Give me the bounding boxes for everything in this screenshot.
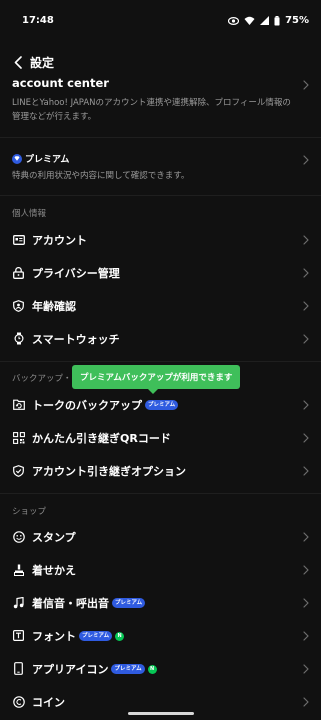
chevron-right-icon <box>303 565 309 575</box>
chevron-right-icon <box>303 334 309 344</box>
section-label-shop: ショップ <box>12 507 47 517</box>
chevron-right-icon <box>303 268 309 278</box>
settings-item-themes[interactable]: 着せかえ <box>0 554 321 586</box>
chevron-right-icon <box>303 400 309 410</box>
chevron-right-icon <box>303 80 309 90</box>
settings-item-label: かんたん引き継ぎQRコード <box>32 432 171 445</box>
settings-item-label: コイン <box>32 696 65 709</box>
settings-item-privacy[interactable]: プライバシー管理 <box>0 257 321 289</box>
shield-person-icon <box>12 299 25 312</box>
theme-brush-icon <box>12 563 25 576</box>
status-time: 17:48 <box>22 15 54 26</box>
chevron-right-icon <box>303 466 309 476</box>
settings-item-qr-transfer[interactable]: かんたん引き継ぎQRコード <box>0 422 321 454</box>
settings-item-app-icon[interactable]: アプリアイコン プレミアム N <box>0 653 321 685</box>
chevron-right-icon <box>303 631 309 641</box>
premium-title-text: プレミアム <box>25 155 70 165</box>
phone-icon <box>12 662 25 675</box>
settings-item-label-text: トークのバックアップ <box>32 399 142 412</box>
music-note-icon <box>12 596 25 609</box>
divider <box>0 493 321 494</box>
new-badge: N <box>147 664 157 674</box>
back-button[interactable] <box>8 50 28 74</box>
divider <box>0 361 321 362</box>
chevron-right-icon <box>303 532 309 542</box>
settings-item-label-text: 着信音・呼出音 <box>32 597 109 610</box>
sticker-smile-icon <box>12 530 25 543</box>
settings-item-label: プライバシー管理 <box>32 267 120 280</box>
lock-icon <box>12 266 25 279</box>
settings-item-age-verification[interactable]: 年齢確認 <box>0 290 321 322</box>
chevron-right-icon <box>303 433 309 443</box>
chevron-right-icon <box>303 598 309 608</box>
premium-badge: プレミアム <box>111 664 145 674</box>
premium-backup-tooltip[interactable]: プレミアムバックアップが利用できます <box>72 365 241 394</box>
shield-check-icon <box>12 464 25 477</box>
settings-item-label: スタンプ <box>32 531 76 544</box>
status-bar: 17:48 75% <box>0 0 321 44</box>
battery-percent: 75% <box>285 15 309 26</box>
home-indicator[interactable] <box>128 712 194 715</box>
account-center-desc: LINEとYahoo! JAPANのアカウント連携や連携解除、プロフィール情報の… <box>12 98 291 122</box>
account-center-title: account center <box>12 76 109 90</box>
tooltip-text: プレミアムバックアップが利用できます <box>80 373 233 383</box>
premium-badge: プレミアム <box>112 598 146 608</box>
settings-item-stickers[interactable]: スタンプ <box>0 521 321 553</box>
settings-item-ringtones[interactable]: 着信音・呼出音 プレミアム <box>0 587 321 619</box>
settings-item-label: トークのバックアップ プレミアム <box>32 397 179 413</box>
page-title: 設定 <box>30 56 55 70</box>
section-label-personal: 個人情報 <box>12 209 47 219</box>
settings-item-talk-backup[interactable]: トークのバックアップ プレミアム <box>0 389 321 421</box>
premium-gem-icon <box>12 153 22 164</box>
watch-icon <box>12 332 25 345</box>
settings-item-label: アプリアイコン プレミアム N <box>32 661 157 677</box>
qr-code-icon <box>12 431 25 444</box>
premium-badge: プレミアム <box>145 400 179 410</box>
settings-item-transfer-options[interactable]: アカウント引き継ぎオプション <box>0 455 321 487</box>
settings-item-label: アカウント <box>32 234 87 247</box>
chevron-right-icon <box>303 697 309 707</box>
new-badge: N <box>115 631 125 641</box>
settings-item-label: 年齢確認 <box>32 300 76 313</box>
battery-icon <box>274 15 280 26</box>
font-icon <box>12 629 25 642</box>
settings-item-fonts[interactable]: フォント プレミアム N <box>0 620 321 652</box>
settings-item-label-text: フォント <box>32 630 76 643</box>
settings-item-label: 着信音・呼出音 プレミアム <box>32 595 146 611</box>
chevron-right-icon <box>303 664 309 674</box>
account-center-item[interactable]: account center LINEとYahoo! JAPANのアカウント連携… <box>0 72 321 128</box>
chevron-right-icon <box>303 235 309 245</box>
premium-badge: プレミアム <box>79 631 113 641</box>
chevron-right-icon <box>303 155 309 165</box>
wifi-icon <box>244 16 255 25</box>
settings-item-account[interactable]: アカウント <box>0 224 321 256</box>
id-card-icon <box>12 233 25 246</box>
chevron-right-icon <box>303 301 309 311</box>
settings-item-smartwatch[interactable]: スマートウォッチ <box>0 323 321 355</box>
eye-icon <box>228 16 240 25</box>
settings-item-label: アカウント引き継ぎオプション <box>32 465 186 478</box>
settings-item-label: 着せかえ <box>32 564 76 577</box>
status-icons: 75% <box>228 15 309 26</box>
premium-desc: 特典の利用状況や内容に関して確認できます。 <box>12 171 190 181</box>
premium-title: プレミアム <box>12 152 69 165</box>
settings-item-label-text: アプリアイコン <box>32 663 109 676</box>
divider <box>0 137 321 138</box>
divider <box>0 195 321 196</box>
premium-item[interactable]: プレミアム 特典の利用状況や内容に関して確認できます。 <box>0 148 321 190</box>
settings-item-label: スマートウォッチ <box>32 333 120 346</box>
arrow-left-icon <box>14 55 22 69</box>
settings-item-label: フォント プレミアム N <box>32 628 125 644</box>
backup-folder-icon <box>12 398 25 411</box>
coin-icon <box>12 695 25 708</box>
signal-icon <box>260 16 270 25</box>
